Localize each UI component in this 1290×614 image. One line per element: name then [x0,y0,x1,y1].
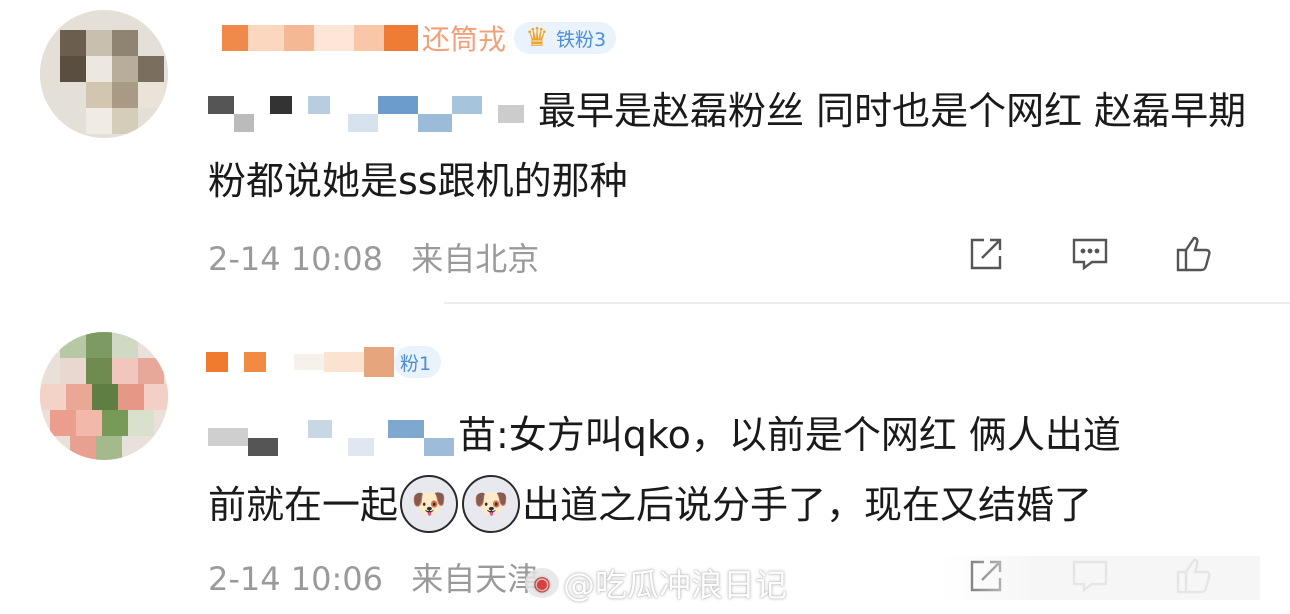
fan-badge: ♛ 铁粉3 [514,22,617,54]
watermark: ◉ @吃瓜冲浪日记 [525,560,787,606]
comment-button[interactable] [1038,230,1142,278]
share-button[interactable] [934,230,1038,278]
comment-actions [934,230,1246,278]
fan-badge-label: 粉1 [400,352,432,375]
avatar[interactable] [40,10,168,138]
comment-meta: 2-14 10:06 来自天津 [208,554,539,600]
husky-emoji-icon: 🐶 [462,474,521,533]
comment-body-line1: 苗:女方叫qko，以前是个网红 俩人出道 [458,413,1121,457]
comment-time: 2-14 10:06 [208,560,384,598]
crown-icon: ♛ [525,23,549,53]
mention-redacted[interactable] [208,419,458,456]
fan-badge-label: 铁粉3 [556,28,607,51]
comment-body-line2a: 前就在一起 [208,483,399,527]
divider [444,302,1290,304]
comment-item: 还筒戎 ♛ 铁粉3 最早是赵磊粉丝 同时也是个网红 赵磊早期粉都说她是ss跟机的… [0,0,1290,300]
comment-meta: 2-14 10:08 来自北京 [208,234,539,280]
comment-text: 苗:女方叫qko，以前是个网红 俩人出道 前就在一起 🐶 🐶 出道之后说分手了，现在又… [208,400,1268,540]
username[interactable]: 粉1 [206,342,442,382]
weibo-logo-icon: ◉ [525,568,559,598]
comment-icon [1072,238,1108,271]
avatar[interactable] [40,332,168,460]
comment-location: 来自天津 [411,560,540,598]
like-button[interactable] [1142,230,1246,278]
mention-redacted[interactable] [208,95,538,132]
share-icon [970,238,1002,270]
watermark-text: @吃瓜冲浪日记 [563,566,788,604]
husky-emoji-icon: 🐶 [400,474,459,533]
username-text: 还筒戎 [422,23,507,56]
like-icon [1176,236,1211,272]
comment-text: 最早是赵磊粉丝 同时也是个网红 赵磊早期粉都说她是ss跟机的那种 [208,76,1268,216]
username[interactable]: 还筒戎 ♛ 铁粉3 [222,18,617,58]
comment-location: 来自北京 [411,240,540,278]
comment-body-line2b: 出道之后说分手了，现在又结婚了 [522,483,1093,527]
fan-badge: 粉1 [394,346,442,378]
comment-time: 2-14 10:08 [208,240,384,278]
watermark-bar [940,556,1260,600]
